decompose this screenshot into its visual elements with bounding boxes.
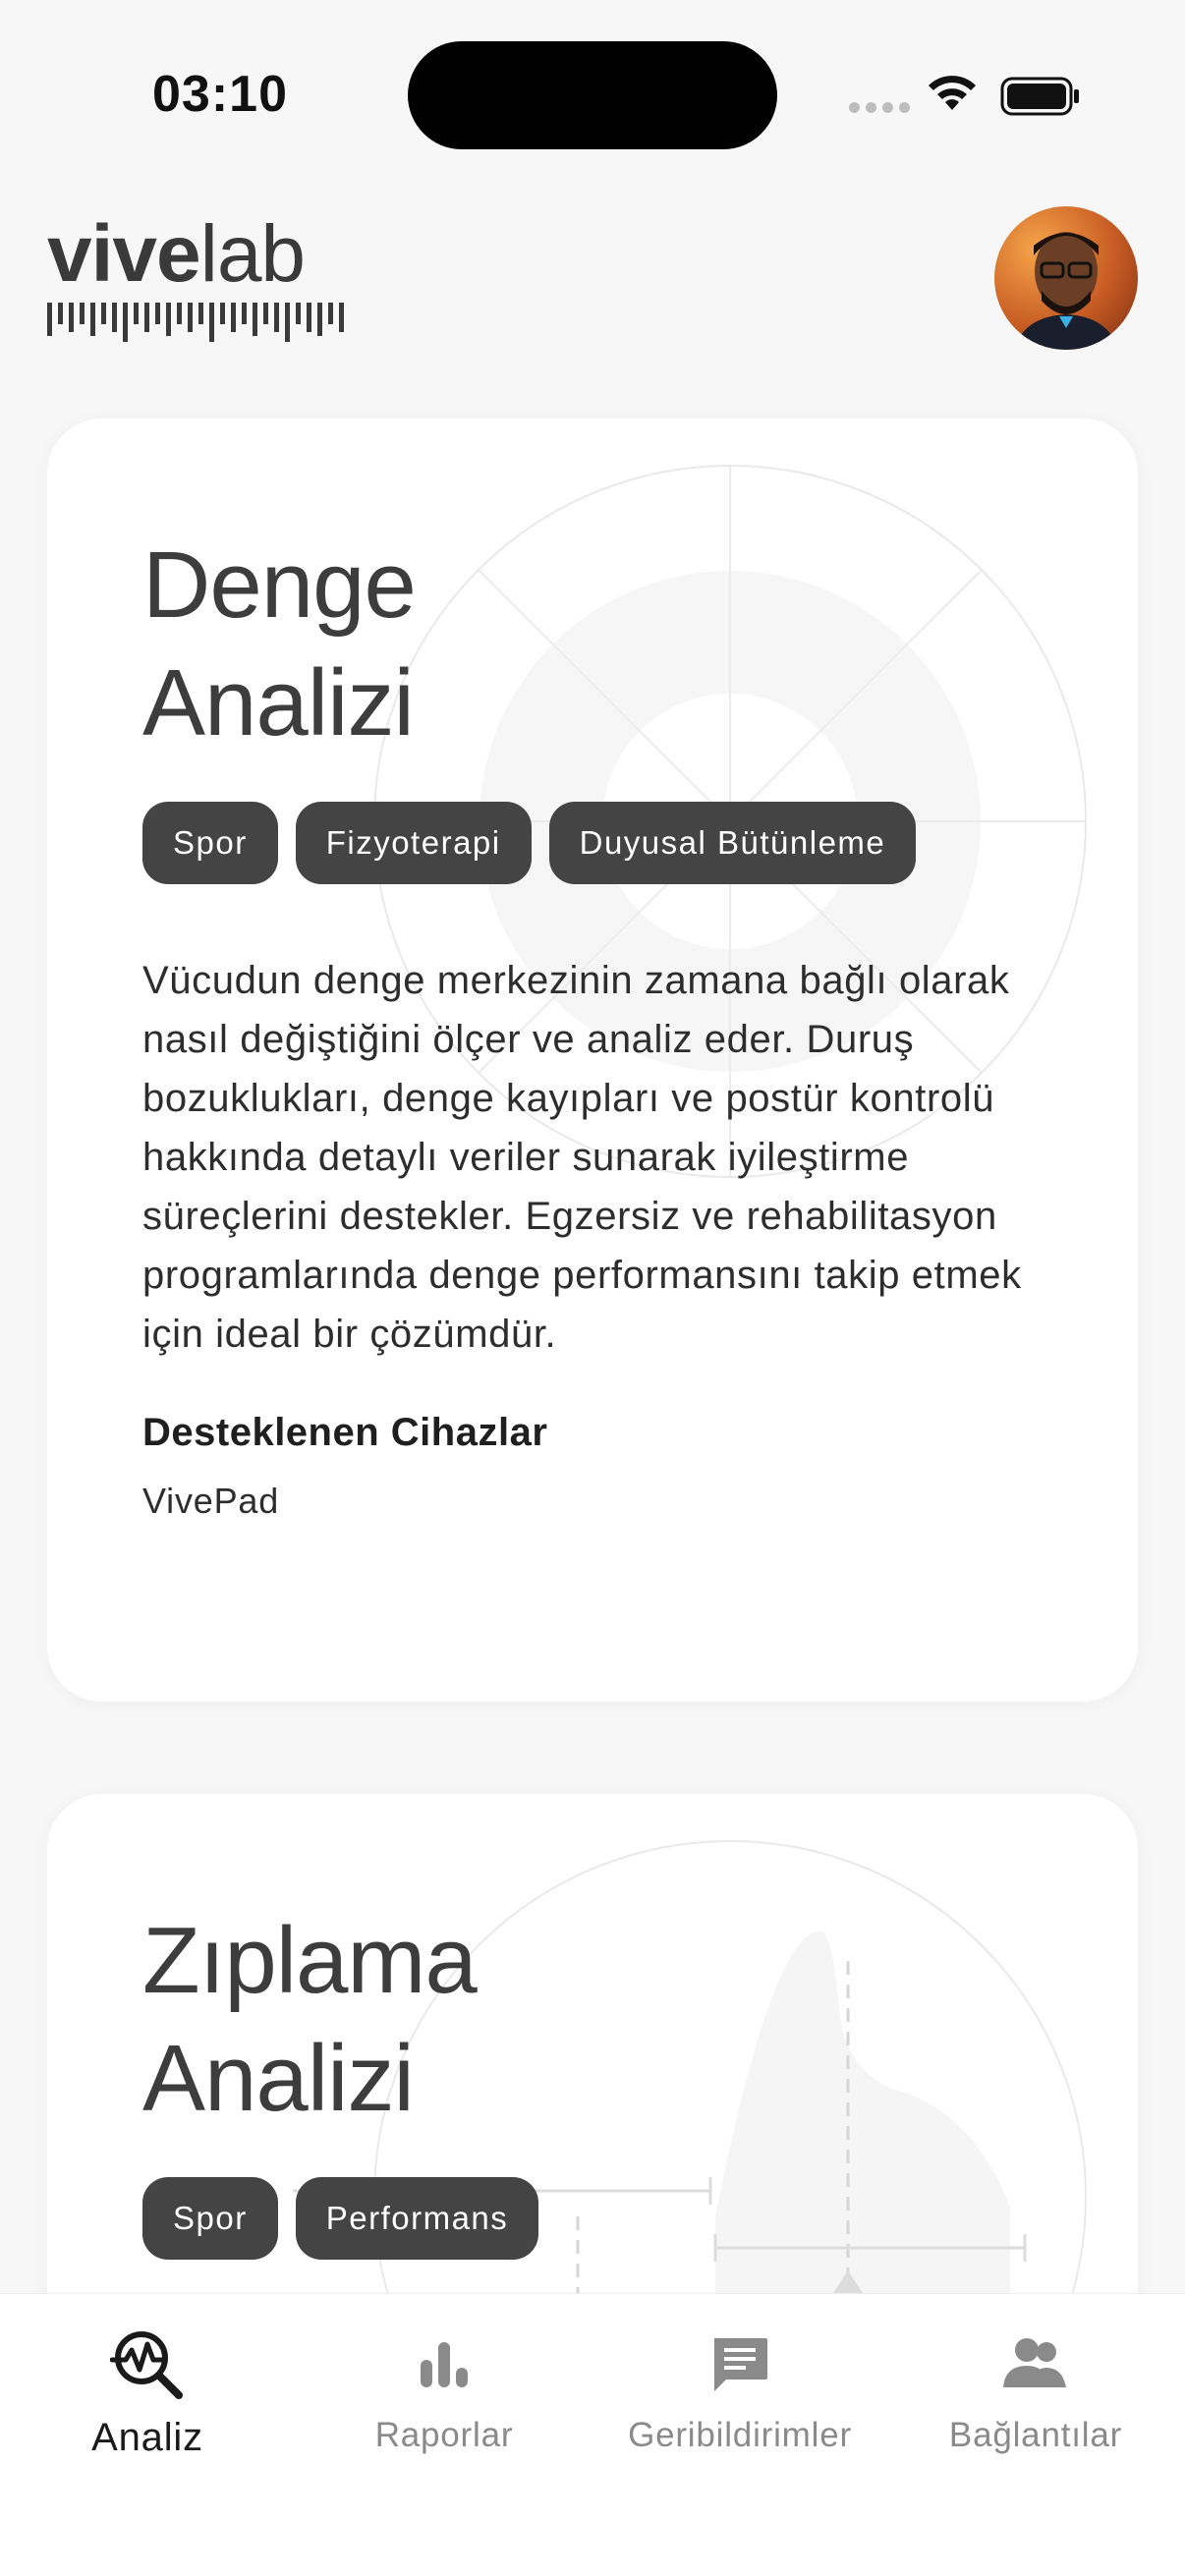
dynamic-island xyxy=(408,41,777,149)
supported-devices-heading: Desteklenen Cihazlar xyxy=(142,1411,548,1454)
nav-item-raporlar[interactable]: Raporlar xyxy=(297,2325,592,2483)
tag-list: Spor Performans xyxy=(142,2177,1059,2260)
tag-sensory-integration[interactable]: Duyusal Bütünleme xyxy=(548,802,917,884)
cellular-signal-icon xyxy=(849,102,910,113)
balance-analysis-card[interactable]: Denge Analizi Spor Fizyoterapi Duyusal B… xyxy=(47,419,1138,1702)
card-description: Vücudun denge merkezinin zamana bağlı ol… xyxy=(142,959,1022,1356)
app-screen: 03:10 vivelab Denge Analizi Spor Fizyote… xyxy=(0,0,1185,2576)
feedback-icon xyxy=(708,2325,771,2402)
battery-icon xyxy=(1000,77,1079,116)
tag-sport[interactable]: Spor xyxy=(142,2177,278,2260)
status-time: 03:10 xyxy=(152,66,288,123)
bottom-navigation: Analiz Raporlar Geribildirimler Bağlantı… xyxy=(0,2293,1185,2576)
supported-device: VivePad xyxy=(142,1481,280,1521)
nav-item-analiz[interactable]: Analiz xyxy=(0,2325,295,2483)
tag-list: Spor Fizyoterapi Duyusal Bütünleme xyxy=(142,802,1059,884)
avatar-portrait-icon xyxy=(1014,232,1118,350)
tag-physiotherapy[interactable]: Fizyoterapi xyxy=(295,802,532,884)
vivelab-logo: vivelab xyxy=(47,214,344,342)
nav-item-baglantilar[interactable]: Bağlantılar xyxy=(888,2325,1183,2483)
analysis-search-icon xyxy=(110,2325,185,2402)
card-title: Denge Analizi xyxy=(142,532,417,756)
tag-sport[interactable]: Spor xyxy=(142,802,278,884)
card-title: Zıplama Analizi xyxy=(142,1908,478,2131)
wifi-icon xyxy=(929,76,976,110)
tag-performance[interactable]: Performans xyxy=(295,2177,539,2260)
nav-item-geribildirimler[interactable]: Geribildirimler xyxy=(592,2325,887,2483)
logo-waveform xyxy=(47,303,344,342)
people-icon xyxy=(1001,2325,1070,2402)
bar-chart-icon xyxy=(417,2325,472,2402)
avatar[interactable] xyxy=(994,206,1138,350)
